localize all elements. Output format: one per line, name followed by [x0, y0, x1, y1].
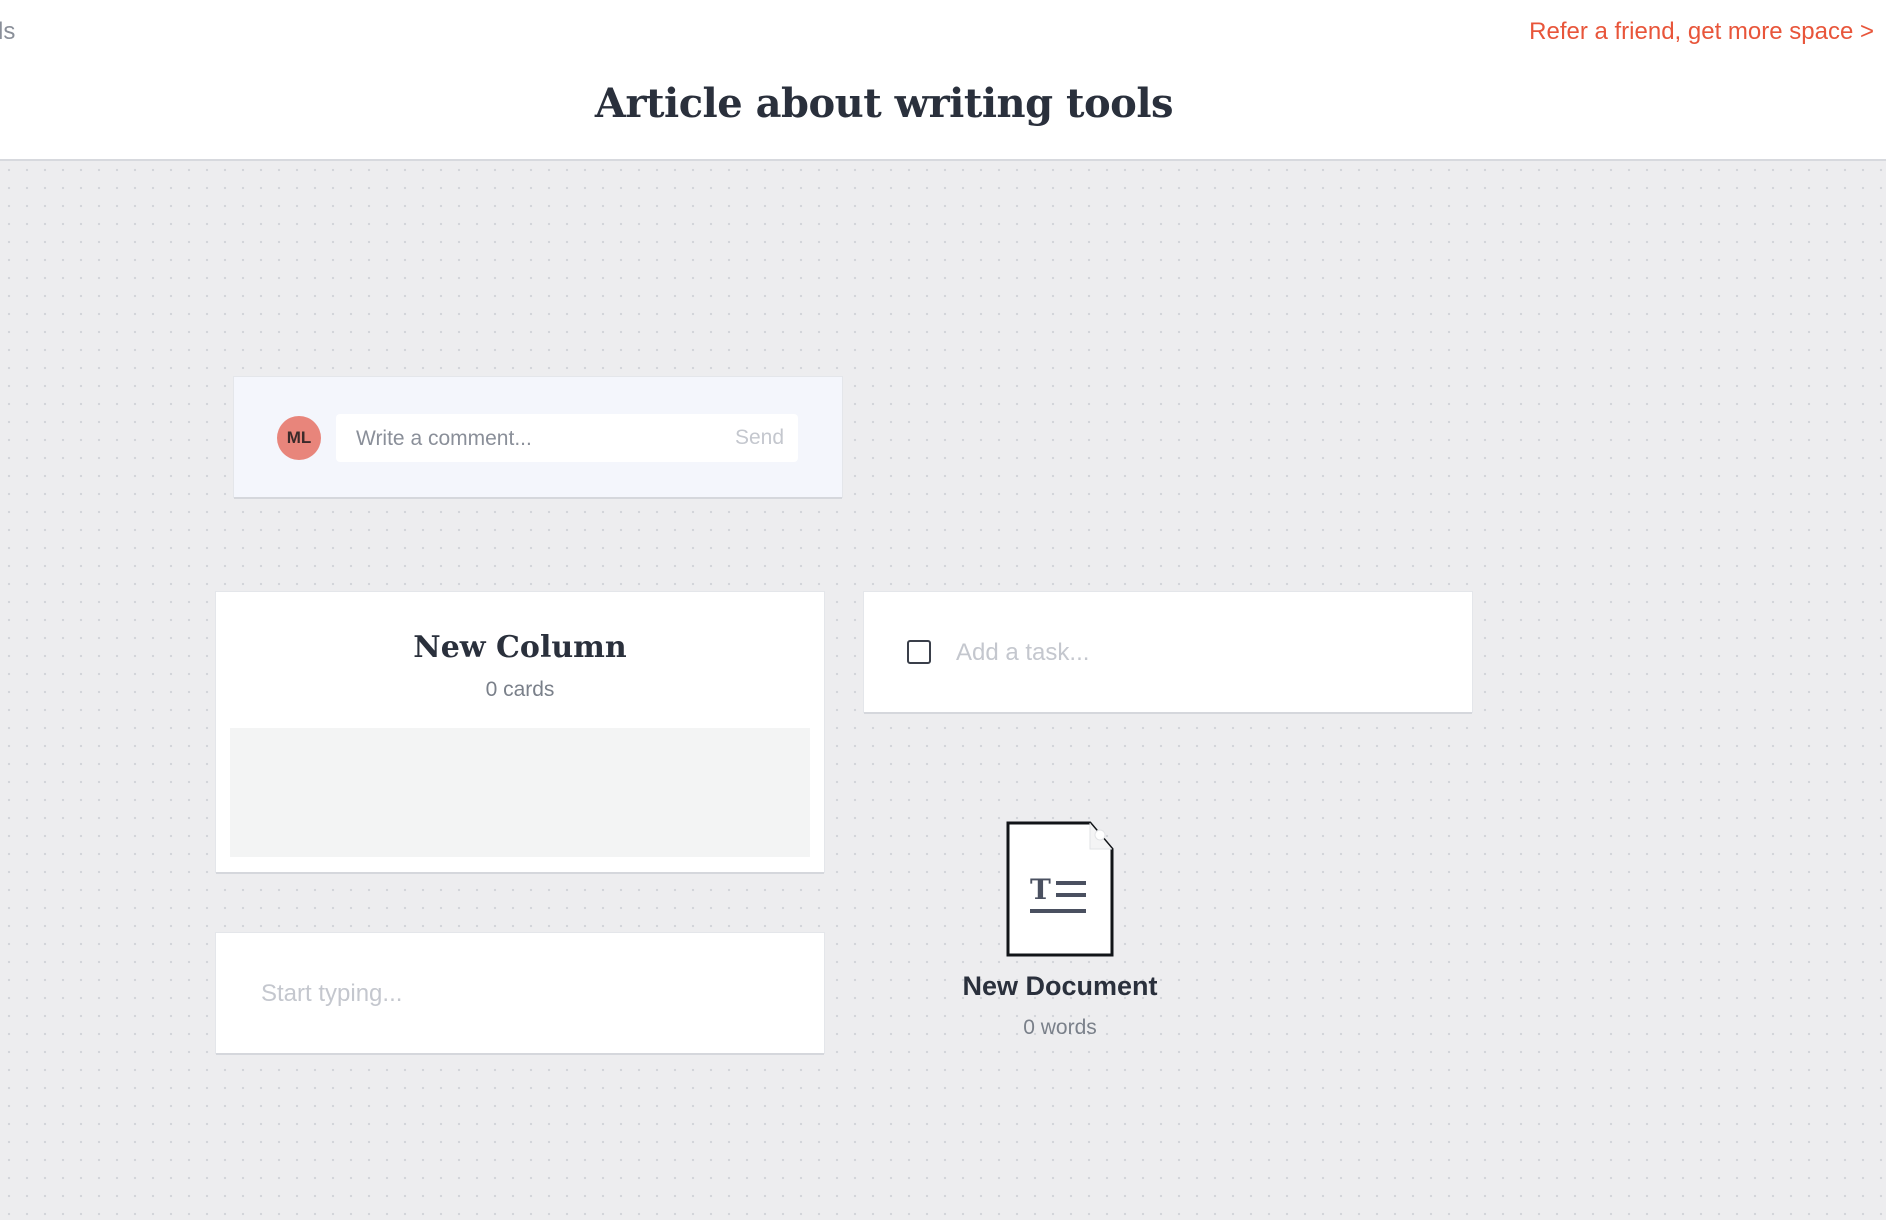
task-checkbox[interactable] — [907, 640, 931, 664]
task-card[interactable] — [864, 592, 1472, 712]
column-card[interactable]: New Column 0 cards — [216, 592, 824, 872]
refer-friend-link[interactable]: Refer a friend, get more space > — [1529, 18, 1874, 46]
board-page: ls Refer a friend, get more space > Arti… — [0, 0, 1886, 1220]
document-item[interactable]: T New Document 0 words — [940, 821, 1180, 1051]
comment-box: Send — [336, 414, 798, 464]
svg-text:T: T — [1030, 873, 1051, 906]
text-document-icon: T — [1006, 821, 1114, 957]
avatar: ML — [277, 416, 321, 460]
column-title[interactable]: New Column — [216, 630, 824, 665]
board-canvas[interactable]: ML Send New Column 0 cards T — [0, 161, 1886, 1220]
task-input[interactable] — [954, 628, 1438, 678]
note-input[interactable] — [259, 969, 803, 1019]
column-drop-area[interactable] — [230, 728, 810, 857]
comment-card[interactable]: ML Send — [234, 377, 842, 497]
document-title[interactable]: New Document — [940, 971, 1180, 1002]
breadcrumb[interactable]: ls — [0, 18, 15, 46]
column-card-count: 0 cards — [485, 678, 555, 701]
document-word-count: 0 words — [1023, 1016, 1097, 1039]
note-card[interactable] — [216, 933, 824, 1053]
board-header: ls Refer a friend, get more space > Arti… — [0, 0, 1886, 161]
page-title[interactable]: Article about writing tools — [0, 80, 1768, 127]
send-button[interactable]: Send — [735, 426, 784, 450]
comment-input[interactable] — [354, 414, 718, 464]
